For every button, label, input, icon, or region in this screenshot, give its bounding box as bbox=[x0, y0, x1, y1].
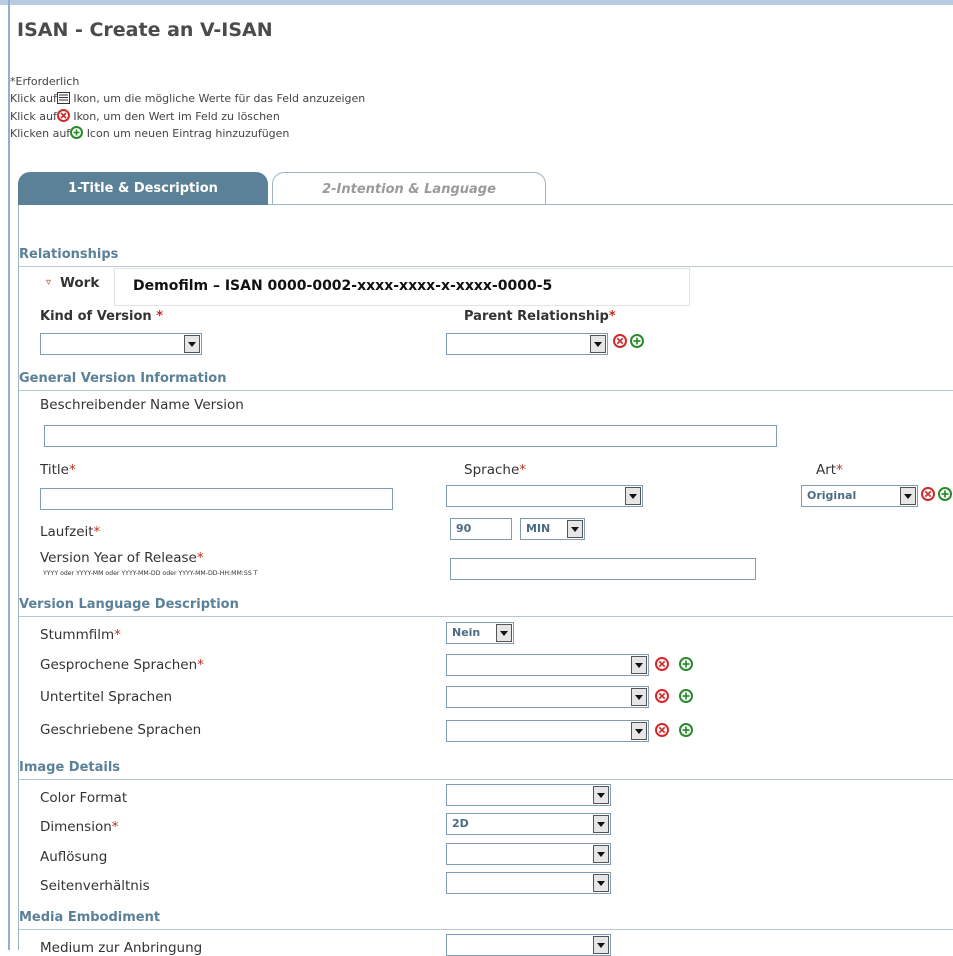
add-icon bbox=[70, 126, 84, 142]
add-icon[interactable] bbox=[679, 722, 693, 741]
tab-title-description[interactable]: 1-Title & Description bbox=[18, 172, 268, 205]
help-click-on: Klick auf bbox=[10, 92, 57, 105]
year-label: Version Year of Release* bbox=[40, 550, 204, 566]
art-label: Art* bbox=[816, 462, 843, 478]
left-border bbox=[8, 0, 10, 950]
chevron-down-icon bbox=[631, 722, 647, 740]
section-title: General Version Information bbox=[19, 371, 227, 386]
chevron-down-icon bbox=[567, 520, 583, 538]
chevron-down-icon bbox=[631, 656, 647, 674]
page-title: ISAN - Create an V-ISAN bbox=[17, 19, 273, 41]
section-media-embodiment: Media Embodiment bbox=[19, 910, 953, 930]
help-click-on: Klick auf bbox=[10, 110, 57, 123]
delete-icon[interactable] bbox=[613, 333, 627, 352]
sprache-select[interactable] bbox=[446, 485, 643, 507]
geschriebene-label: Geschriebene Sprachen bbox=[40, 722, 202, 738]
chevron-down-icon bbox=[593, 815, 609, 833]
title-label: Title* bbox=[40, 462, 76, 478]
chevron-down-icon bbox=[625, 487, 641, 505]
parent-relationship-select[interactable] bbox=[446, 333, 608, 355]
color-format-select[interactable] bbox=[446, 784, 611, 806]
sprache-label: Sprache* bbox=[464, 462, 526, 478]
work-value: Demofilm – ISAN 0000-0002-xxxx-xxxx-x-xx… bbox=[133, 278, 553, 294]
help-line-delete: Klick auf Ikon, um den Wert im Feld zu l… bbox=[10, 109, 280, 125]
help-text-1: Ikon, um die mögliche Werte für das Feld… bbox=[73, 92, 366, 105]
seitenverhaeltnis-label: Seitenverhältnis bbox=[40, 878, 150, 894]
dimension-value: 2D bbox=[452, 817, 469, 830]
add-icon[interactable] bbox=[679, 656, 693, 675]
section-version-language: Version Language Description bbox=[19, 597, 953, 617]
chevron-down-icon bbox=[496, 624, 512, 642]
tab-bar-line bbox=[268, 204, 953, 205]
aufloesung-select[interactable] bbox=[446, 843, 611, 865]
gesprochene-select[interactable] bbox=[446, 654, 649, 676]
art-select[interactable]: Original bbox=[801, 485, 918, 507]
chevron-down-icon bbox=[593, 845, 609, 863]
kind-of-version-select[interactable] bbox=[40, 333, 202, 355]
section-title: Media Embodiment bbox=[19, 910, 161, 925]
dimension-select[interactable]: 2D bbox=[446, 813, 611, 835]
delete-icon bbox=[56, 109, 70, 125]
gesprochene-label: Gesprochene Sprachen* bbox=[40, 657, 204, 673]
medium-select[interactable] bbox=[446, 934, 611, 956]
desc-name-input[interactable] bbox=[44, 425, 777, 447]
laufzeit-input[interactable]: 90 bbox=[450, 518, 512, 540]
section-title: Image Details bbox=[19, 760, 121, 775]
chevron-down-icon bbox=[184, 335, 200, 353]
untertitel-select[interactable] bbox=[446, 686, 649, 708]
seitenverhaeltnis-select[interactable] bbox=[446, 872, 611, 894]
year-format-hint: YYYY oder YYYY-MM oder YYYY-MM-DD oder Y… bbox=[43, 570, 258, 577]
laufzeit-unit-value: MIN bbox=[526, 522, 551, 535]
help-text-3: Icon um neuen Eintrag hinzuzufügen bbox=[86, 127, 290, 140]
section-title: Version Language Description bbox=[19, 597, 239, 612]
delete-icon[interactable] bbox=[921, 486, 935, 505]
section-title: Relationships bbox=[19, 247, 119, 262]
chevron-down-icon bbox=[593, 936, 609, 954]
add-icon[interactable] bbox=[630, 333, 644, 352]
kind-of-version-label: Kind of Version * bbox=[40, 309, 164, 324]
art-value: Original bbox=[807, 489, 857, 502]
delete-icon[interactable] bbox=[655, 656, 669, 675]
chevron-down-icon bbox=[590, 335, 606, 353]
aufloesung-label: Auflösung bbox=[40, 849, 108, 865]
medium-label: Medium zur Anbringung bbox=[40, 940, 203, 956]
dimension-label: Dimension* bbox=[40, 819, 119, 835]
laufzeit-label: Laufzeit* bbox=[40, 524, 101, 540]
chevron-down-icon bbox=[593, 786, 609, 804]
delete-icon[interactable] bbox=[655, 688, 669, 707]
collapse-arrow-icon[interactable]: ▿ bbox=[46, 277, 51, 288]
stummfilm-select[interactable]: Nein bbox=[446, 622, 514, 644]
help-line-add: Klicken auf Icon um neuen Eintrag hinzuz… bbox=[10, 126, 289, 142]
stummfilm-label: Stummfilm* bbox=[40, 627, 121, 643]
stummfilm-value: Nein bbox=[452, 626, 481, 639]
color-format-label: Color Format bbox=[40, 790, 128, 806]
laufzeit-unit-select[interactable]: MIN bbox=[520, 518, 585, 540]
add-icon[interactable] bbox=[938, 486, 953, 505]
chevron-down-icon bbox=[631, 688, 647, 706]
help-click-on-alt: Klicken auf bbox=[10, 127, 71, 140]
work-label: Work bbox=[60, 275, 100, 291]
desc-name-label: Beschreibender Name Version bbox=[40, 397, 244, 413]
untertitel-label: Untertitel Sprachen bbox=[40, 689, 173, 705]
section-relationships: Relationships bbox=[19, 247, 953, 267]
section-image-details: Image Details bbox=[19, 760, 953, 780]
section-general-version: General Version Information bbox=[19, 371, 953, 391]
panel-border bbox=[18, 205, 19, 950]
list-icon bbox=[56, 92, 70, 107]
add-icon[interactable] bbox=[679, 688, 693, 707]
required-note: *Erforderlich bbox=[10, 75, 80, 88]
help-line-list: Klick auf Ikon, um die mögliche Werte fü… bbox=[10, 92, 365, 107]
title-input[interactable] bbox=[40, 488, 393, 510]
delete-icon[interactable] bbox=[655, 722, 669, 741]
chevron-down-icon bbox=[593, 874, 609, 892]
help-text-2: Ikon, um den Wert im Feld zu löschen bbox=[73, 110, 280, 123]
chevron-down-icon bbox=[900, 487, 916, 505]
parent-relationship-label: Parent Relationship* bbox=[464, 309, 616, 324]
geschriebene-select[interactable] bbox=[446, 720, 649, 742]
top-border bbox=[0, 0, 953, 5]
tab-intention-language[interactable]: 2-Intention & Language bbox=[272, 172, 546, 205]
year-input[interactable] bbox=[450, 558, 756, 580]
